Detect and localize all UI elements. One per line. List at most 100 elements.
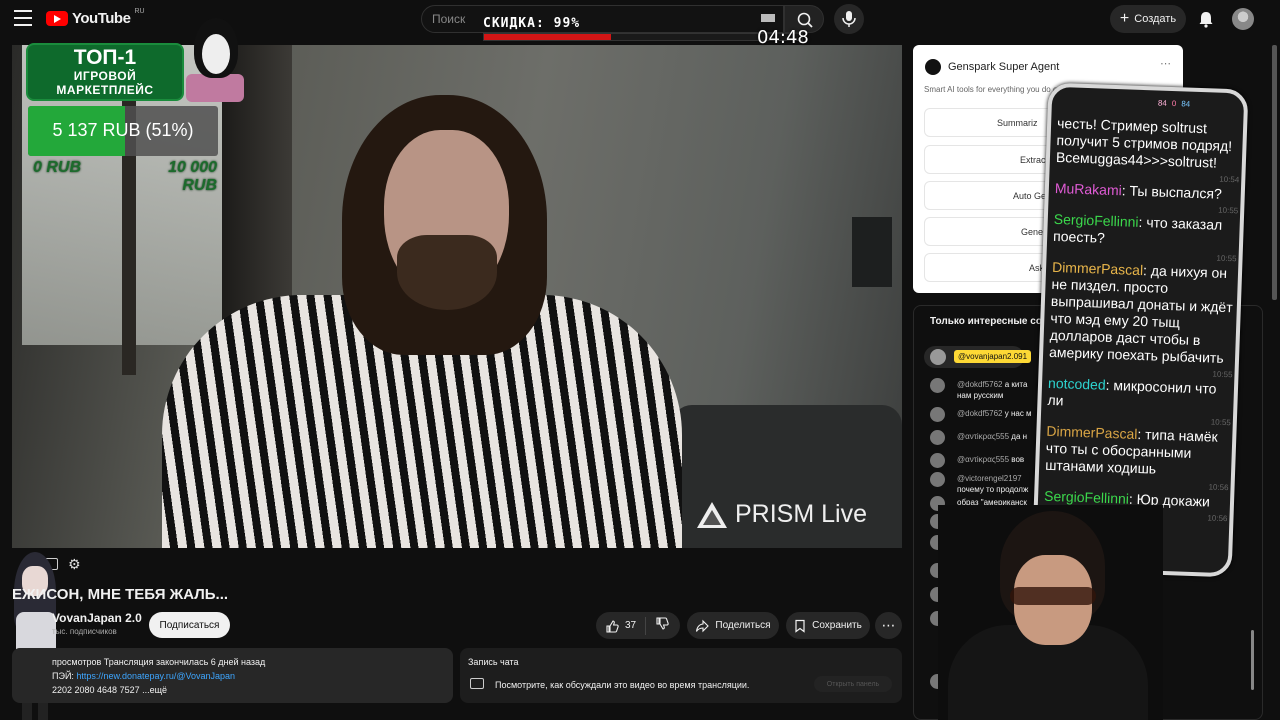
prism-logo-icon bbox=[697, 501, 727, 528]
video-person-beard bbox=[397, 235, 497, 310]
genspark-button-label: Summariz bbox=[997, 118, 1038, 128]
youtube-play-icon bbox=[46, 11, 68, 26]
discount-label: СКИДКА: 99% bbox=[483, 16, 581, 31]
chat-avatar bbox=[930, 453, 945, 468]
pinned-avatar bbox=[930, 349, 946, 365]
chat-scrollbar[interactable] bbox=[1251, 630, 1254, 690]
chat-author: @dokdf5762 bbox=[957, 409, 1003, 418]
chat-avatar bbox=[930, 430, 945, 445]
chat-replay-title: Запись чата bbox=[468, 657, 519, 667]
chat-text-continued: почему то продолж bbox=[957, 485, 1029, 494]
chat-text: вов bbox=[1009, 455, 1025, 464]
open-chat-panel-button[interactable]: Открыть панель bbox=[814, 676, 892, 692]
prism-live-watermark: PRISM Live bbox=[697, 500, 867, 529]
discount-progress-fill bbox=[484, 34, 612, 40]
phone-chat-user: SergioFellinni bbox=[1053, 210, 1139, 230]
create-label: Создать bbox=[1134, 13, 1177, 25]
donation-goal-max: 10 000 RUB bbox=[155, 159, 217, 195]
chat-replay-text: Посмотрите, как обсуждали это видео во в… bbox=[495, 680, 750, 690]
share-button[interactable]: Поделиться bbox=[687, 612, 779, 639]
thumbs-down-icon bbox=[656, 617, 669, 630]
chat-message-text: @αντiκρας555 вов bbox=[957, 454, 1024, 465]
chat-message-text: @dokdf5762 у нас м bbox=[957, 408, 1032, 419]
chat-bubble-icon bbox=[470, 678, 484, 689]
settings-gear-icon[interactable]: ⚙ bbox=[68, 556, 81, 573]
penguin-mascot-icon bbox=[186, 14, 244, 102]
youtube-logo[interactable]: YouTube RU bbox=[46, 8, 145, 27]
donation-goal-text: 5 137 RUB (51%) bbox=[52, 120, 194, 140]
search-input[interactable]: Поиск bbox=[421, 5, 784, 33]
chat-avatar bbox=[930, 407, 945, 422]
save-button[interactable]: Сохранить bbox=[786, 612, 870, 639]
subscribe-button[interactable]: Подписаться bbox=[149, 612, 230, 638]
phone-stat: 0 bbox=[1171, 98, 1177, 109]
like-dislike-group: 37 bbox=[596, 612, 680, 639]
chat-text: а кита bbox=[1002, 380, 1028, 389]
chat-avatar bbox=[930, 378, 945, 393]
chat-text: у нас м bbox=[1002, 409, 1032, 418]
chat-text: да н bbox=[1009, 432, 1028, 441]
logo-text: YouTube bbox=[72, 10, 131, 27]
phone-chat-message: DimmerPascal: типа намёк что ты с обосра… bbox=[1044, 422, 1218, 477]
genspark-logo-icon bbox=[925, 59, 941, 75]
promo-banner: ТОП-1 ИГРОВОЙ МАРКЕТПЛЕЙС bbox=[26, 43, 184, 101]
youtube-window: YouTube RU Поиск + Создать PRISM Live СК… bbox=[0, 0, 1280, 720]
genspark-header: Genspark Super Agent bbox=[925, 59, 1059, 75]
channel-name[interactable]: VovanJapan 2.0 bbox=[52, 611, 142, 625]
description-box[interactable]: просмотров Трансляция закончилась 6 дней… bbox=[12, 648, 453, 703]
phone-viewer-stats: 84 0 84 bbox=[1158, 98, 1191, 108]
genspark-more-icon[interactable]: ⋯ bbox=[1160, 57, 1171, 70]
account-avatar[interactable] bbox=[1232, 8, 1254, 30]
donation-goal-min: 0 RUB bbox=[33, 159, 82, 176]
description-card-number: 2202 2080 4648 7527 ...ещё bbox=[52, 685, 168, 695]
genspark-button-label: Gene bbox=[1021, 227, 1044, 237]
save-label: Сохранить bbox=[812, 620, 862, 631]
genspark-button-label: Extrac bbox=[1020, 155, 1046, 165]
chat-author: @victorengel2197 bbox=[957, 474, 1022, 483]
phone-chat-text: Ты выспался? bbox=[1129, 182, 1223, 202]
voice-search-button[interactable] bbox=[834, 4, 864, 34]
more-actions-button[interactable]: ⋯ bbox=[875, 612, 902, 639]
notifications-bell-icon[interactable] bbox=[1196, 9, 1216, 29]
phone-chat-user: DimmerPascal bbox=[1046, 422, 1138, 442]
phone-chat-user: MuRakami bbox=[1054, 179, 1123, 199]
promo-line3: МАРКЕТПЛЕЙС bbox=[56, 83, 154, 97]
share-icon bbox=[696, 619, 710, 632]
subscriber-count: тыс. подписчиков bbox=[52, 627, 117, 636]
phone-stat: 84 bbox=[1181, 99, 1191, 109]
pinned-message[interactable]: @vovanjapan2.091 bbox=[924, 346, 1032, 368]
chat-text-continued: нам русским bbox=[957, 391, 1004, 400]
like-count: 37 bbox=[625, 620, 637, 631]
description-donate-line: ПЭЙ: https://new.donatepay.ru/@VovanJapa… bbox=[52, 669, 453, 683]
chat-author: @αντiκρας555 bbox=[957, 432, 1010, 441]
chat-author: @dokdf5762 bbox=[957, 380, 1003, 389]
description-stats: просмотров Трансляция закончилась 6 дней… bbox=[52, 657, 266, 667]
phone-chat-user: notcoded bbox=[1047, 374, 1106, 393]
page-scrollbar[interactable] bbox=[1272, 45, 1277, 300]
streamer-webcam bbox=[938, 505, 1163, 720]
create-button[interactable]: + Создать bbox=[1110, 5, 1186, 33]
donate-link[interactable]: https://new.donatepay.ru/@VovanJapan bbox=[76, 671, 235, 681]
chat-avatar bbox=[930, 472, 945, 487]
phone-chat-message: notcoded: микросонил что ли bbox=[1047, 374, 1217, 409]
like-button[interactable]: 37 bbox=[596, 616, 646, 635]
microphone-icon bbox=[842, 11, 856, 27]
countdown-timer: 04:48 bbox=[757, 27, 809, 48]
dislike-button[interactable] bbox=[646, 617, 669, 634]
search-placeholder: Поиск bbox=[432, 12, 466, 26]
description-donate-prefix: ПЭЙ: bbox=[52, 671, 77, 681]
video-wall-picture bbox=[852, 217, 892, 287]
donation-goal-max-currency: RUB bbox=[182, 177, 217, 194]
promo-line2: ИГРОВОЙ bbox=[73, 69, 137, 83]
chat-message-text: @αντiκρας555 да н bbox=[957, 431, 1027, 442]
donation-goal-max-amount: 10 000 bbox=[168, 159, 217, 176]
menu-icon[interactable] bbox=[14, 10, 32, 26]
phone-chat-messages: честь! Стример soltrust получит 5 стримо… bbox=[1043, 115, 1241, 525]
video-title: ЕЖИСОН, МНЕ ТЕБЯ ЖАЛЬ... bbox=[12, 586, 229, 603]
live-chat-header[interactable]: Только интересные со bbox=[930, 316, 1042, 327]
discount-progress-bar bbox=[483, 33, 803, 41]
genspark-button-label: Auto Ge bbox=[1013, 191, 1047, 201]
phone-chat-overlay: 84 0 84 честь! Стример soltrust получит 5 … bbox=[1031, 82, 1249, 578]
phone-chat-user: DimmerPascal bbox=[1051, 258, 1144, 279]
phone-chat-text: честь! Стример soltrust получит 5 стримо… bbox=[1055, 114, 1233, 171]
